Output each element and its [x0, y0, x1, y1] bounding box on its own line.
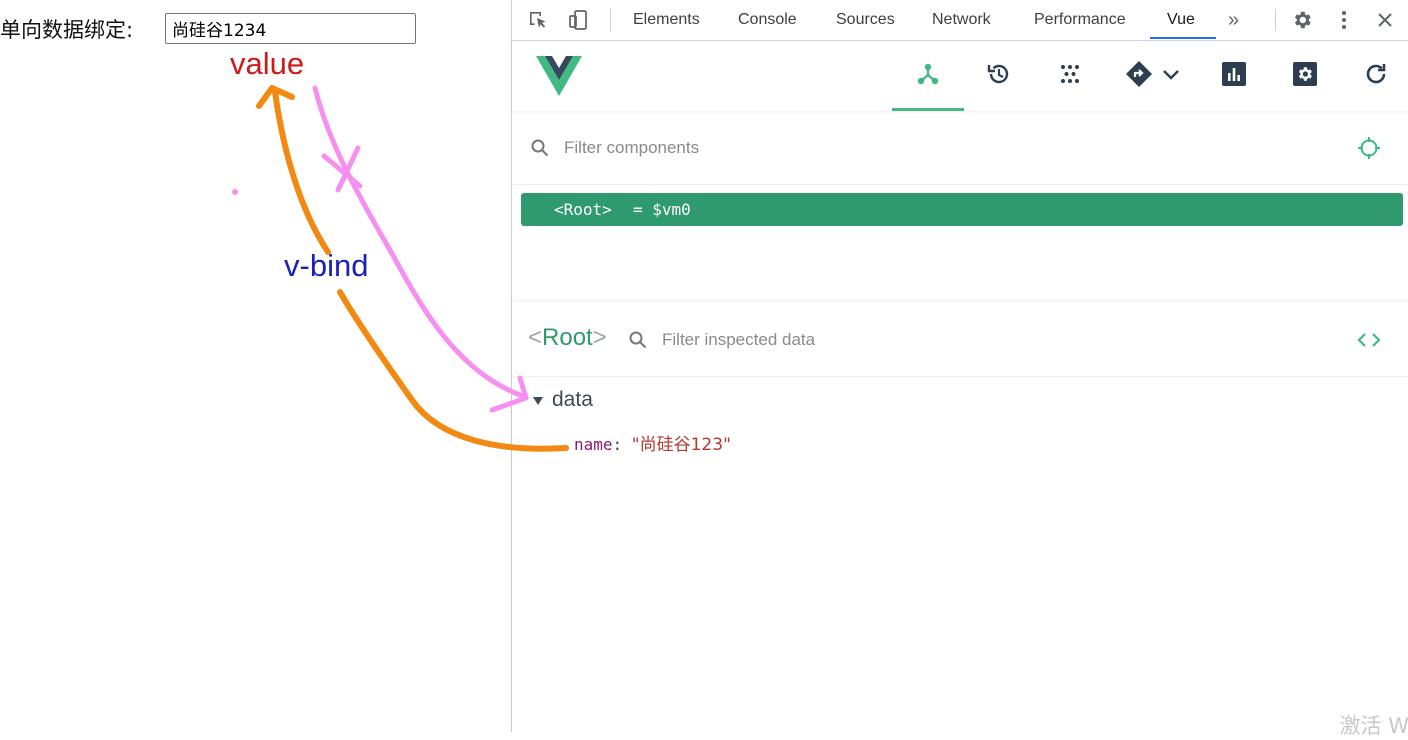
active-tab-indicator [1150, 37, 1216, 39]
vue-devtools-header [512, 41, 1408, 111]
triangle-down-icon [532, 388, 544, 412]
toolbar-separator [1275, 9, 1276, 31]
component-filter-bar [512, 112, 1408, 185]
crosshair-select-icon[interactable] [1357, 136, 1381, 165]
timeline-icon[interactable] [984, 59, 1014, 89]
component-inspector: <Root> data name: "尚硅谷123" 激活 W [512, 302, 1408, 738]
toolbar-separator [610, 9, 611, 31]
vuex-icon[interactable] [1055, 59, 1085, 89]
router-icon[interactable] [1124, 59, 1154, 89]
chevron-down-icon[interactable] [1156, 59, 1186, 89]
devtools-panel: Elements Console Sources Network Perform… [511, 0, 1408, 738]
inspected-component-title: <Root> [528, 324, 607, 351]
tab-performance[interactable]: Performance [1034, 0, 1126, 40]
root-vm-alias: = $vm0 [633, 200, 691, 219]
tab-network[interactable]: Network [932, 0, 991, 40]
tree-root-row[interactable]: <Root> = $vm0 [521, 193, 1403, 226]
data-section-header[interactable]: data [532, 388, 593, 414]
data-property-row[interactable]: name: "尚硅谷123" [574, 430, 731, 455]
settings-icon[interactable] [1290, 8, 1314, 32]
vue-logo-icon [536, 56, 582, 101]
one-way-binding-input[interactable] [165, 13, 416, 44]
tab-vue[interactable]: Vue [1167, 0, 1195, 40]
one-way-binding-label: 单向数据绑定: [0, 18, 134, 42]
kebab-menu-icon[interactable] [1332, 8, 1356, 32]
inspected-data-filter-input[interactable] [660, 326, 1224, 354]
component-filter-input[interactable] [562, 134, 1266, 162]
more-tabs-button[interactable]: » [1228, 0, 1239, 40]
property-key: name [574, 435, 613, 454]
code-toggle-icon[interactable] [1357, 330, 1381, 355]
close-icon[interactable] [1373, 8, 1397, 32]
performance-icon[interactable] [1219, 59, 1249, 89]
active-view-indicator [892, 108, 964, 111]
property-colon: : [612, 435, 632, 454]
inspect-element-icon[interactable] [526, 8, 550, 32]
data-section-label: data [552, 388, 593, 411]
devtools-toolbar: Elements Console Sources Network Perform… [512, 0, 1408, 41]
annotation-v-bind: v-bind [284, 248, 369, 283]
inspector-header: <Root> [512, 302, 1408, 377]
tab-sources[interactable]: Sources [836, 0, 895, 40]
search-icon [628, 330, 648, 355]
device-toolbar-icon[interactable] [566, 8, 590, 32]
tab-elements[interactable]: Elements [633, 0, 700, 40]
activation-watermark: 激活 W [1339, 714, 1408, 738]
property-value[interactable]: "尚硅谷123" [632, 435, 731, 455]
tab-console[interactable]: Console [738, 0, 797, 40]
search-icon [530, 138, 550, 163]
settings-icon[interactable] [1290, 59, 1320, 89]
components-tree-icon[interactable] [913, 59, 943, 89]
annotation-value: value [230, 46, 305, 81]
root-component-tag: <Root> [554, 200, 612, 219]
web-page: 单向数据绑定: [0, 0, 511, 732]
refresh-icon[interactable] [1361, 59, 1391, 89]
